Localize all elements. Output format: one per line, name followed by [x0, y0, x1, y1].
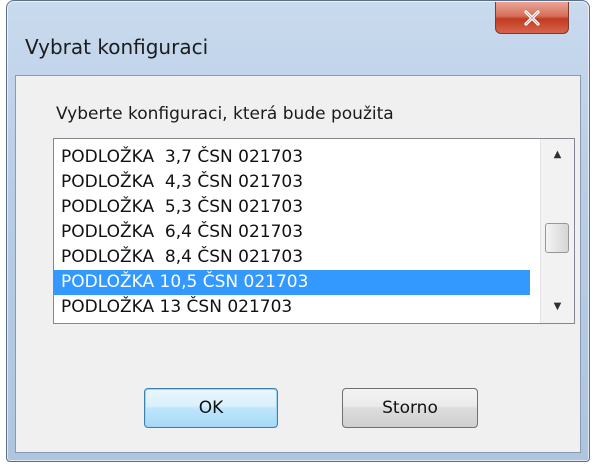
scroll-up-button[interactable]: ▲ [541, 141, 574, 169]
close-icon [523, 9, 541, 26]
vertical-scrollbar[interactable]: ▲ ▼ [540, 139, 574, 323]
close-button[interactable] [495, 2, 569, 34]
list-item[interactable]: PODLOŽKA 8,4 ČSN 021703 [54, 245, 530, 270]
configuration-listbox[interactable]: PODLOŽKA 3,7 ČSN 021703 PODLOŽKA 4,3 ČSN… [53, 138, 575, 324]
list-item[interactable]: PODLOŽKA 5,3 ČSN 021703 [54, 195, 530, 220]
chevron-down-icon: ▼ [553, 301, 562, 312]
list-item[interactable]: PODLOŽKA 13 ČSN 021703 [54, 295, 530, 320]
ok-button[interactable]: OK [144, 388, 278, 428]
window-title: Vybrat konfiguraci [25, 35, 209, 59]
list-item[interactable]: PODLOŽKA 6,4 ČSN 021703 [54, 220, 530, 245]
scroll-down-button[interactable]: ▼ [541, 293, 574, 321]
prompt-label: Vyberte konfiguraci, která bude použita [56, 104, 394, 124]
title-bar[interactable]: Vybrat konfiguraci [7, 1, 589, 79]
dialog-window: Vybrat konfiguraci Vyberte konfiguraci, … [6, 0, 590, 462]
list-item[interactable]: PODLOŽKA 4,3 ČSN 021703 [54, 170, 530, 195]
cancel-button[interactable]: Storno [342, 388, 478, 428]
list-item-selected[interactable]: PODLOŽKA 10,5 ČSN 021703 [54, 270, 530, 295]
scroll-thumb[interactable] [545, 223, 569, 253]
list-item[interactable]: PODLOŽKA 3,7 ČSN 021703 [54, 145, 530, 170]
dialog-client-area: Vyberte konfiguraci, která bude použita … [15, 75, 581, 453]
list-items: PODLOŽKA 3,7 ČSN 021703 PODLOŽKA 4,3 ČSN… [54, 145, 530, 320]
chevron-up-icon: ▲ [553, 149, 562, 160]
